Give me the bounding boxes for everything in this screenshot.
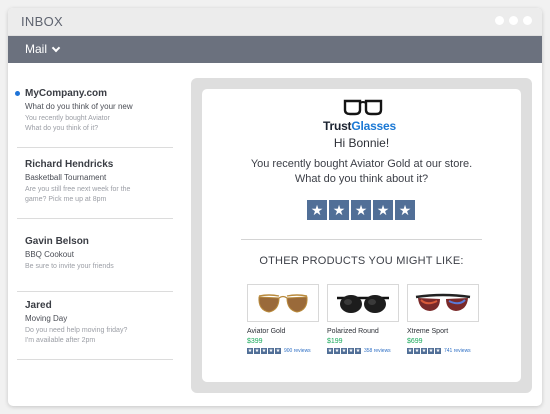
product-image — [407, 284, 479, 322]
star-icon[interactable]: ★ — [373, 200, 393, 220]
brand-logo: TrustGlasses — [323, 98, 403, 138]
product-price: $199 — [327, 338, 343, 345]
mail-preview: You recently bought Aviator What do you … — [17, 114, 173, 134]
product-image — [247, 284, 319, 322]
product-name: Polarized Round — [327, 328, 379, 335]
reading-pane: TrustGlasses Hi Bonnie! You recently bou… — [191, 78, 532, 393]
star-icon: ★ — [407, 348, 413, 354]
mail-menu[interactable]: Mail — [25, 42, 61, 56]
mail-item-gavin[interactable]: Gavin Belson BBQ Cookout Be sure to invi… — [17, 236, 173, 292]
mini-stars: ★ ★ ★ ★ ★ — [327, 348, 361, 354]
brand-name-part2: Glasses — [351, 119, 396, 133]
product-price: $399 — [247, 338, 263, 345]
star-icon: ★ — [414, 348, 420, 354]
chevron-down-icon — [51, 43, 61, 52]
product-rating: ★ ★ ★ ★ ★ 900 reviews — [247, 348, 322, 354]
star-icon: ★ — [435, 348, 441, 354]
product-card-aviator[interactable]: Aviator Gold $399 ★ ★ ★ ★ ★ 900 reviews — [247, 284, 322, 354]
rating-stars: ★ ★ ★ ★ ★ — [307, 200, 415, 220]
email-message-line: You recently bought Aviator Gold at our … — [250, 158, 473, 170]
product-price: $699 — [407, 338, 423, 345]
aviator-sunglasses-icon — [258, 294, 308, 313]
mail-subject: What do you think of your new — [25, 102, 133, 111]
product-name: Aviator Gold — [247, 328, 286, 335]
product-card-xtreme[interactable]: Xtreme Sport $699 ★ ★ ★ ★ ★ 741 reviews — [407, 284, 482, 354]
star-icon[interactable]: ★ — [351, 200, 371, 220]
product-card-polarized[interactable]: Polarized Round $199 ★ ★ ★ ★ ★ 358 reviews — [327, 284, 402, 354]
mail-item-jared[interactable]: Jared Moving Day Do you need help moving… — [17, 300, 173, 360]
mail-subject: Moving Day — [25, 314, 68, 323]
sport-sunglasses-icon — [415, 293, 471, 311]
star-icon: ★ — [334, 348, 340, 354]
mail-preview-line: I'm available after 2pm — [25, 337, 96, 344]
mail-preview-line: Do you need help moving friday? — [25, 327, 128, 334]
star-icon: ★ — [348, 348, 354, 354]
star-icon: ★ — [247, 348, 253, 354]
round-sunglasses-icon — [337, 295, 389, 313]
star-icon[interactable]: ★ — [329, 200, 349, 220]
star-icon[interactable]: ★ — [307, 200, 327, 220]
mail-preview-line: game? Pick me up at 8pm — [25, 196, 107, 203]
mail-preview-line: What do you think of it? — [25, 125, 99, 132]
mail-subject: BBQ Cookout — [25, 250, 74, 259]
title-bar: INBOX — [8, 8, 542, 36]
star-icon: ★ — [327, 348, 333, 354]
glasses-icon — [343, 99, 383, 116]
product-rating: ★ ★ ★ ★ ★ 358 reviews — [327, 348, 402, 354]
window-controls — [495, 16, 532, 25]
mail-subject: Basketball Tournament — [25, 173, 107, 182]
star-icon: ★ — [428, 348, 434, 354]
brand-name-part1: Trust — [323, 119, 352, 133]
star-icon: ★ — [341, 348, 347, 354]
email-body: TrustGlasses Hi Bonnie! You recently bou… — [202, 89, 521, 382]
mail-preview: Are you still free next week for the gam… — [17, 185, 173, 205]
mini-stars: ★ ★ ★ ★ ★ — [247, 348, 281, 354]
review-count[interactable]: 358 reviews — [364, 348, 391, 354]
mail-preview: Be sure to invite your friends — [17, 262, 173, 272]
brand-name: TrustGlasses — [323, 119, 396, 133]
mail-list: MyCompany.com What do you think of your … — [8, 78, 175, 406]
window-dot-1[interactable] — [495, 16, 504, 25]
menu-bar: Mail — [8, 36, 542, 63]
mail-menu-label: Mail — [25, 42, 48, 56]
greeting: Hi Bonnie! — [333, 136, 390, 150]
unread-dot-icon — [15, 91, 20, 96]
mail-preview-line: Are you still free next week for the — [25, 186, 131, 193]
email-message: You recently bought Aviator Gold at our … — [202, 157, 521, 187]
star-icon: ★ — [421, 348, 427, 354]
mail-preview: Do you need help moving friday? I'm avai… — [17, 326, 173, 346]
mail-preview-line: Be sure to invite your friends — [25, 263, 114, 270]
mail-sender: MyCompany.com — [25, 88, 108, 99]
app-window: INBOX Mail MyCompany.com What do you thi… — [8, 8, 542, 406]
star-icon: ★ — [275, 348, 281, 354]
star-icon: ★ — [355, 348, 361, 354]
mail-item-mycompany[interactable]: MyCompany.com What do you think of your … — [15, 88, 173, 148]
product-name: Xtreme Sport — [407, 328, 449, 335]
star-icon[interactable]: ★ — [395, 200, 415, 220]
star-icon: ★ — [268, 348, 274, 354]
review-count[interactable]: 900 reviews — [284, 348, 311, 354]
email-message-line: What do you think about it? — [294, 173, 429, 185]
star-icon: ★ — [261, 348, 267, 354]
review-count[interactable]: 741 reviews — [444, 348, 471, 354]
mail-sender: Gavin Belson — [25, 236, 89, 247]
star-icon: ★ — [254, 348, 260, 354]
window-title: INBOX — [21, 14, 63, 29]
other-products-heading: OTHER PRODUCTS YOU MIGHT LIKE: — [259, 255, 464, 267]
mail-item-richard[interactable]: Richard Hendricks Basketball Tournament … — [17, 159, 173, 219]
product-rating: ★ ★ ★ ★ ★ 741 reviews — [407, 348, 482, 354]
mail-sender: Jared — [25, 300, 52, 311]
window-dot-3[interactable] — [523, 16, 532, 25]
mini-stars: ★ ★ ★ ★ ★ — [407, 348, 441, 354]
mail-sender: Richard Hendricks — [25, 159, 114, 170]
product-image — [327, 284, 399, 322]
divider — [241, 239, 482, 240]
window-dot-2[interactable] — [509, 16, 518, 25]
mail-preview-line: You recently bought Aviator — [25, 115, 110, 122]
